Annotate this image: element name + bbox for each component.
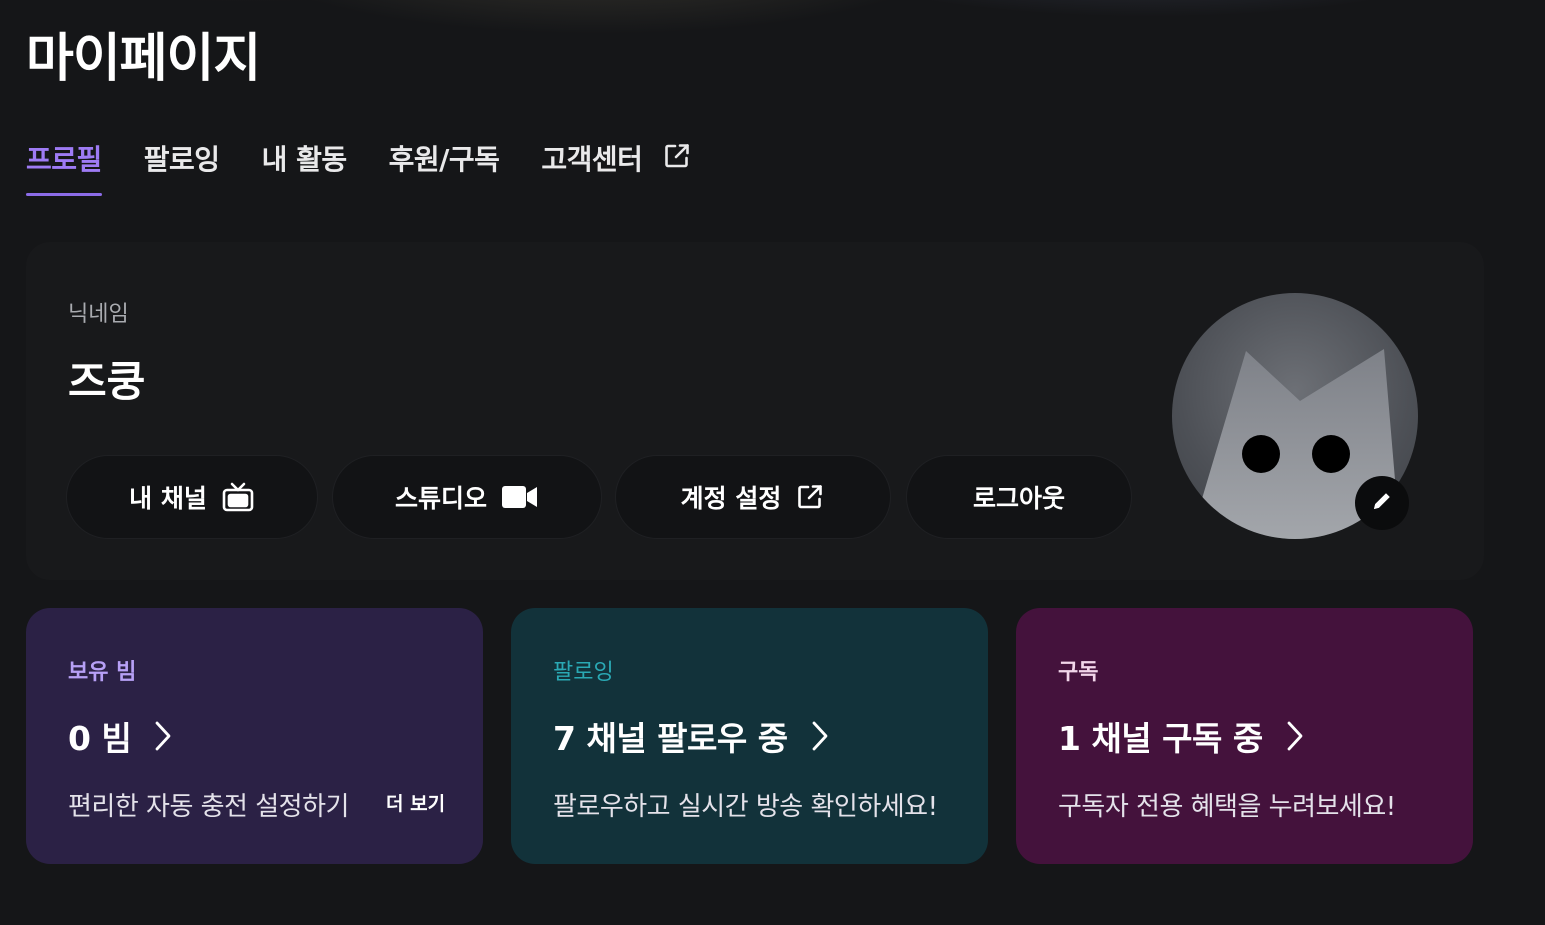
chevron-right-icon	[1287, 721, 1303, 751]
chevron-right-icon	[812, 721, 828, 751]
tab-following[interactable]: 팔로잉	[144, 134, 220, 196]
subscription-card-label: 구독	[1058, 660, 1099, 685]
tab-donation-subscription[interactable]: 후원/구독	[389, 134, 500, 196]
logout-button[interactable]: 로그아웃	[906, 455, 1132, 539]
beam-card-value[interactable]: 0 빔	[68, 712, 171, 760]
following-card[interactable]: 팔로잉 7 채널 팔로우 중 팔로우하고 실시간 방송 확인하세요!	[511, 608, 988, 864]
tab-activity-label: 내 활동	[261, 143, 348, 176]
studio-button[interactable]: 스튜디오	[332, 455, 602, 539]
tab-activity[interactable]: 내 활동	[261, 134, 348, 196]
tab-customer-center-label: 고객센터	[541, 143, 643, 176]
nickname-value: 즈쿵	[68, 357, 146, 406]
account-settings-label: 계정 설정	[680, 484, 782, 513]
subscription-card[interactable]: 구독 1 채널 구독 중 구독자 전용 혜택을 누려보세요!	[1016, 608, 1473, 864]
video-camera-icon	[501, 484, 539, 510]
subscription-card-value[interactable]: 1 채널 구독 중	[1058, 712, 1303, 760]
chevron-right-icon	[155, 721, 171, 751]
tab-customer-center[interactable]: 고객센터	[541, 134, 692, 196]
following-card-description: 팔로우하고 실시간 방송 확인하세요!	[553, 792, 938, 822]
tv-icon	[221, 481, 255, 513]
tab-following-label: 팔로잉	[143, 143, 220, 176]
beam-card-label: 보유 빔	[68, 660, 137, 685]
pencil-icon	[1371, 490, 1393, 516]
my-channel-button[interactable]: 내 채널	[66, 455, 318, 539]
external-link-icon	[662, 141, 692, 171]
page-title: 마이페이지	[26, 29, 261, 89]
tab-bar: 프로필 팔로잉 내 활동 후원/구독 고객센터	[26, 134, 734, 196]
logout-label: 로그아웃	[972, 484, 1065, 513]
avatar-edit-button[interactable]	[1355, 476, 1409, 530]
beam-card-description: 편리한 자동 충전 설정하기	[68, 792, 349, 822]
nickname-label: 닉네임	[68, 302, 129, 327]
beam-card-more-link[interactable]: 더 보기	[386, 789, 445, 816]
my-channel-label: 내 채널	[129, 484, 207, 513]
my-page: 마이페이지 프로필 팔로잉 내 활동 후원/구독 고객센터 닉네임 즈쿵 내 채…	[0, 0, 1545, 925]
tab-donation-subscription-label: 후원/구독	[388, 143, 500, 176]
following-card-label: 팔로잉	[553, 660, 614, 685]
beam-card[interactable]: 보유 빔 0 빔 편리한 자동 충전 설정하기 더 보기	[26, 608, 483, 864]
subscription-card-value-text: 1 채널 구독 중	[1058, 719, 1263, 758]
tab-profile[interactable]: 프로필	[26, 134, 102, 196]
studio-label: 스튜디오	[394, 484, 487, 513]
following-card-value[interactable]: 7 채널 팔로우 중	[553, 712, 828, 760]
external-link-icon	[795, 482, 825, 512]
account-settings-button[interactable]: 계정 설정	[615, 455, 891, 539]
subscription-card-description: 구독자 전용 혜택을 누려보세요!	[1058, 792, 1396, 822]
following-card-value-text: 7 채널 팔로우 중	[553, 719, 788, 758]
tab-profile-label: 프로필	[26, 143, 102, 176]
beam-card-value-text: 0 빔	[68, 719, 132, 758]
